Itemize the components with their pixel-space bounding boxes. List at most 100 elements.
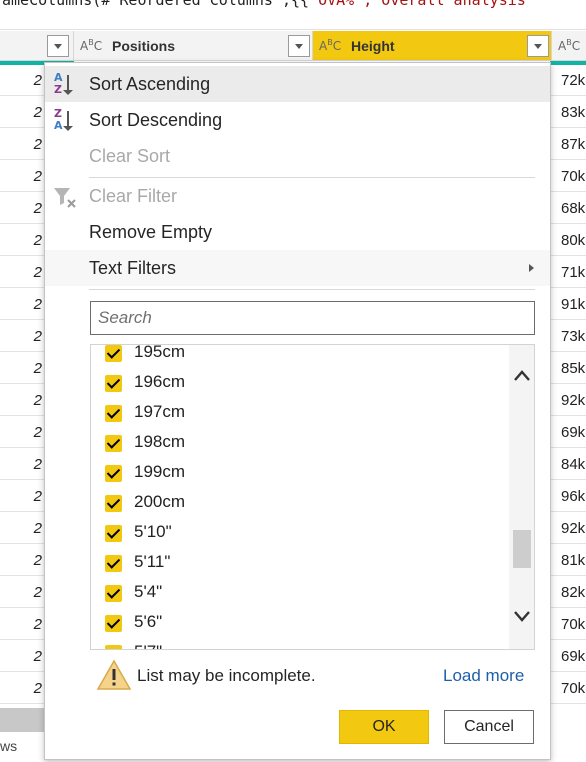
grid-cell[interactable]: 70k bbox=[550, 609, 586, 640]
column-header-prev[interactable] bbox=[0, 31, 74, 61]
column-filter-dropdown-positions[interactable] bbox=[288, 35, 310, 57]
grid-cell[interactable]: 2 bbox=[0, 353, 44, 384]
grid-cell[interactable]: 87k bbox=[550, 129, 586, 160]
column-header-height[interactable]: ABC Height bbox=[313, 31, 552, 61]
checkbox-checked-icon[interactable] bbox=[105, 645, 122, 649]
checkbox-checked-icon[interactable] bbox=[105, 495, 122, 512]
grid-cell[interactable]: 2 bbox=[0, 641, 44, 672]
checklist-item[interactable]: 196cm bbox=[91, 368, 509, 398]
grid-cell[interactable]: 2 bbox=[0, 481, 44, 512]
grid-cell[interactable]: 2 bbox=[0, 225, 44, 256]
grid-cell[interactable]: 73k bbox=[550, 321, 586, 352]
menu-item-remove-empty[interactable]: Remove Empty bbox=[45, 214, 550, 250]
cancel-button[interactable]: Cancel bbox=[444, 710, 534, 744]
text-type-icon[interactable]: ABC bbox=[80, 38, 102, 53]
checkbox-checked-icon[interactable] bbox=[105, 585, 122, 602]
checklist-item-label: 5'6" bbox=[134, 612, 163, 631]
grid-cell[interactable]: 92k bbox=[550, 513, 586, 544]
checklist-item[interactable]: 5'10" bbox=[91, 518, 509, 548]
text-type-icon[interactable]: ABC bbox=[319, 38, 341, 53]
column-name-positions: Positions bbox=[112, 38, 176, 54]
checklist-item[interactable]: 195cm bbox=[91, 345, 509, 368]
menu-item-clear-sort[interactable]: Clear Sort bbox=[45, 138, 550, 174]
menu-item-label: Clear Sort bbox=[89, 146, 171, 166]
column-name-height: Height bbox=[351, 38, 395, 54]
checkbox-checked-icon[interactable] bbox=[105, 435, 122, 452]
grid-cell[interactable]: 2 bbox=[0, 193, 44, 224]
menu-item-sort-ascending[interactable]: A Z Sort Ascending bbox=[45, 66, 550, 102]
column-filter-dropdown-prev[interactable] bbox=[47, 35, 69, 57]
grid-cell[interactable]: 2 bbox=[0, 385, 44, 416]
grid-cell[interactable]: 92k bbox=[550, 385, 586, 416]
menu-item-sort-descending[interactable]: Z A Sort Descending bbox=[45, 102, 550, 138]
grid-cell[interactable]: 2 bbox=[0, 609, 44, 640]
list-scrollbar[interactable] bbox=[509, 345, 534, 649]
search-input[interactable] bbox=[90, 301, 535, 335]
menu-separator bbox=[89, 289, 535, 290]
grid-cell[interactable]: 71k bbox=[550, 257, 586, 288]
checklist-item[interactable]: 5'4" bbox=[91, 578, 509, 608]
sort-ascending-icon: A Z bbox=[53, 71, 77, 97]
grid-cell[interactable]: 2 bbox=[0, 449, 44, 480]
grid-cell[interactable]: 82k bbox=[550, 577, 586, 608]
checkbox-checked-icon[interactable] bbox=[105, 375, 122, 392]
value-checklist: 195cm 196cm 197cm 198cm 199cm 200cm 5'10" 5'11"… bbox=[90, 344, 535, 650]
checkbox-checked-icon[interactable] bbox=[105, 465, 122, 482]
grid-cell[interactable]: 84k bbox=[550, 449, 586, 480]
grid-cell[interactable]: 2 bbox=[0, 513, 44, 544]
formula-bar[interactable]: ameColumns(# Reordered Columns ,{{ OVA% … bbox=[0, 0, 586, 30]
checkbox-checked-icon[interactable] bbox=[105, 525, 122, 542]
grid-cell[interactable]: 85k bbox=[550, 353, 586, 384]
grid-cell[interactable]: 70k bbox=[550, 673, 586, 704]
grid-cell[interactable]: 2 bbox=[0, 289, 44, 320]
column-header-positions[interactable]: ABC Positions bbox=[74, 31, 313, 61]
checkbox-checked-icon[interactable] bbox=[105, 615, 122, 632]
checklist-item-label: 5'10" bbox=[134, 522, 172, 541]
scroll-up-icon[interactable] bbox=[513, 367, 531, 385]
grid-cell[interactable]: 2 bbox=[0, 65, 44, 96]
grid-cell[interactable]: 2 bbox=[0, 577, 44, 608]
grid-cell[interactable]: 69k bbox=[550, 641, 586, 672]
grid-cell[interactable]: 80k bbox=[550, 225, 586, 256]
grid-cell[interactable]: 2 bbox=[0, 321, 44, 352]
checkbox-checked-icon[interactable] bbox=[105, 555, 122, 572]
column-header-next[interactable]: ABC bbox=[552, 31, 586, 61]
sort-descending-icon: Z A bbox=[53, 107, 77, 133]
checklist-item[interactable]: 5'7" bbox=[91, 638, 509, 649]
checkbox-checked-icon[interactable] bbox=[105, 345, 122, 362]
grid-cell[interactable]: 2 bbox=[0, 257, 44, 288]
checklist-item[interactable]: 197cm bbox=[91, 398, 509, 428]
grid-cell[interactable]: 2 bbox=[0, 673, 44, 704]
grid-cell[interactable]: 81k bbox=[550, 545, 586, 576]
grid-cell[interactable]: 2 bbox=[0, 97, 44, 128]
ok-button[interactable]: OK bbox=[339, 710, 429, 744]
grid-cell[interactable]: 83k bbox=[550, 97, 586, 128]
formula-string-2: Overall analysis bbox=[381, 0, 526, 9]
checklist-item[interactable]: 198cm bbox=[91, 428, 509, 458]
scrollbar-thumb[interactable] bbox=[513, 530, 531, 568]
grid-cell[interactable]: 96k bbox=[550, 481, 586, 512]
grid-cell[interactable]: 72k bbox=[550, 65, 586, 96]
grid-cell[interactable]: 2 bbox=[0, 417, 44, 448]
grid-cell[interactable]: 68k bbox=[550, 193, 586, 224]
grid-cell[interactable]: 2 bbox=[0, 545, 44, 576]
checklist-item[interactable]: 5'11" bbox=[91, 548, 509, 578]
checklist-item-label: 198cm bbox=[134, 432, 186, 451]
horizontal-scrollbar[interactable] bbox=[0, 708, 44, 732]
text-type-icon[interactable]: ABC bbox=[558, 38, 580, 53]
scroll-down-icon[interactable] bbox=[513, 607, 531, 625]
grid-cell[interactable]: 2 bbox=[0, 161, 44, 192]
grid-cell[interactable]: 69k bbox=[550, 417, 586, 448]
menu-item-text-filters[interactable]: Text Filters bbox=[45, 250, 550, 286]
column-filter-dropdown-height[interactable] bbox=[527, 35, 549, 57]
menu-item-clear-filter[interactable]: Clear Filter bbox=[45, 178, 550, 214]
checklist-item[interactable]: 5'6" bbox=[91, 608, 509, 638]
grid-cell[interactable]: 70k bbox=[550, 161, 586, 192]
grid-cell[interactable]: 2 bbox=[0, 129, 44, 160]
checklist-item[interactable]: 199cm bbox=[91, 458, 509, 488]
checkbox-checked-icon[interactable] bbox=[105, 405, 122, 422]
grid-cell[interactable]: 91k bbox=[550, 289, 586, 320]
checklist-item[interactable]: 200cm bbox=[91, 488, 509, 518]
load-more-link[interactable]: Load more bbox=[443, 666, 524, 686]
clear-filter-icon bbox=[54, 188, 76, 208]
